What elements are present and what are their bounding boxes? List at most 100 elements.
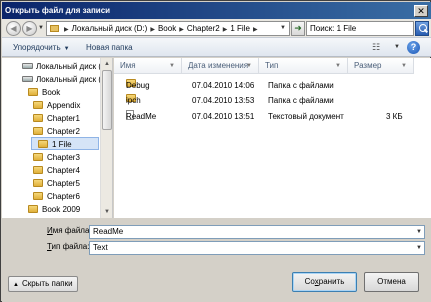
refresh-icon: ➜ [294, 23, 302, 33]
forward-button[interactable]: ▶ [22, 21, 37, 36]
folder-icon [33, 166, 43, 174]
title-bar: Открыть файл для записи ✕ [2, 2, 431, 19]
organize-menu[interactable]: Упорядочить ▼ [13, 42, 70, 55]
tree-item-drive-i[interactable]: Локальный диск (I [22, 73, 103, 86]
filetype-label: Тип файла: [47, 240, 89, 254]
save-button[interactable]: Сохранить [292, 272, 357, 292]
sort-dropdown-icon[interactable]: ▼ [335, 58, 341, 74]
column-header-size[interactable]: Размер ▼ [348, 58, 414, 74]
chevron-down-icon[interactable]: ▼ [414, 242, 424, 254]
sort-dropdown-icon[interactable]: ▼ [246, 58, 252, 74]
folder-icon [50, 25, 59, 32]
breadcrumb-chapter2[interactable]: Chapter2 [187, 24, 220, 33]
column-header-date[interactable]: Дата изменения ▼ [182, 58, 259, 74]
views-dropdown-icon[interactable]: ▼ [394, 44, 400, 50]
navigation-bar: ◀ ▶ ▼ ▶ Локальный диск (D:) ▶ Book ▶ Chapter2… [2, 19, 431, 37]
back-button[interactable]: ◀ [6, 21, 21, 36]
chevron-right-icon[interactable]: ▶ [150, 27, 155, 33]
column-header-name[interactable]: Имя ▼ [114, 58, 182, 74]
tree-item-label: 1 File [52, 140, 72, 149]
tree-item-book[interactable]: Book [28, 86, 60, 99]
tree-item-chapter6[interactable]: Chapter6 [33, 190, 80, 203]
file-date: 07.04.2010 13:51 [192, 112, 255, 121]
tree-item-appendix[interactable]: Appendix [33, 99, 80, 112]
tree-item-1-file[interactable]: 1 File [31, 137, 99, 150]
scroll-thumb[interactable] [102, 70, 112, 130]
tree-item-label: Локальный диск (I [36, 75, 104, 84]
file-name: Debug [126, 81, 150, 90]
command-bar: Упорядочить ▼ Новая папка ☷ ▼ ? [2, 37, 431, 57]
file-row-ipch[interactable]: ipch 07.04.2010 13:53 Папка с файлами [114, 94, 431, 108]
chevron-down-icon[interactable]: ▼ [414, 226, 424, 238]
file-row-readme[interactable]: ReadMe 07.04.2010 13:51 Текстовый докуме… [114, 110, 431, 124]
address-dropdown-icon[interactable]: ▼ [280, 22, 286, 35]
file-date: 07.04.2010 13:53 [192, 96, 255, 105]
folder-icon [33, 192, 43, 200]
folder-icon [33, 153, 43, 161]
scroll-down-icon[interactable]: ▼ [101, 206, 112, 218]
tree-item-label: Book [42, 88, 61, 97]
file-name: ipch [126, 96, 141, 105]
tree-item-label: Appendix [47, 101, 81, 110]
chevron-down-icon: ▼ [63, 46, 70, 52]
views-icon[interactable]: ☷ [372, 42, 380, 53]
chevron-right-icon[interactable]: ▶ [253, 27, 258, 33]
filename-value: ReadMe [93, 227, 124, 236]
cancel-button[interactable]: Отмена [364, 272, 419, 292]
recent-pages-dropdown-icon[interactable]: ▼ [38, 25, 44, 31]
new-folder-button[interactable]: Новая папка [86, 42, 133, 54]
sort-dropdown-icon[interactable]: ▼ [401, 58, 407, 74]
tree-item-book-2009[interactable]: Book 2009 [28, 203, 80, 216]
file-type: Текстовый документ [268, 112, 344, 121]
navigation-tree: Локальный диск (C Локальный диск (I Book… [2, 58, 113, 218]
chevron-up-icon: ▲ [13, 282, 19, 288]
close-button[interactable]: ✕ [414, 5, 428, 17]
column-header-type[interactable]: Тип ▼ [259, 58, 348, 74]
tree-item-label: Локальный диск (C [36, 62, 107, 71]
refresh-button[interactable]: ➜ [291, 21, 305, 36]
tree-item-chapter5[interactable]: Chapter5 [33, 177, 80, 190]
scroll-up-icon[interactable]: ▲ [101, 58, 112, 70]
help-icon[interactable]: ? [407, 41, 420, 54]
filename-label: Имя файла: [47, 224, 92, 238]
tree-item-label: Chapter4 [47, 166, 80, 175]
tree-item-chapter4[interactable]: Chapter4 [33, 164, 80, 177]
file-type: Папка с файлами [268, 81, 334, 90]
filetype-select[interactable]: Text ▼ [89, 241, 425, 255]
file-row-debug[interactable]: Debug 07.04.2010 14:06 Папка с файлами [114, 79, 431, 93]
tree-item-label: Book 2009 [42, 205, 81, 214]
chevron-right-icon[interactable]: ▶ [179, 27, 184, 33]
filetype-label-text: ип файла: [51, 242, 90, 251]
folder-icon [38, 140, 48, 148]
folder-icon [33, 127, 43, 135]
file-size: 3 КБ [386, 112, 403, 121]
save-label-b: ранить [318, 277, 345, 286]
breadcrumb-1-file[interactable]: 1 File [230, 24, 250, 33]
folder-icon [28, 205, 38, 213]
search-icon[interactable] [415, 21, 429, 36]
tree-scrollbar[interactable]: ▲ ▼ [100, 58, 112, 218]
tree-item-label: Chapter3 [47, 153, 80, 162]
window-title: Открыть файл для записи [5, 6, 111, 15]
save-label-a: Со [304, 277, 315, 286]
tree-item-label: Chapter1 [47, 114, 80, 123]
address-bar[interactable]: ▶ Локальный диск (D:) ▶ Book ▶ Chapter2 ▶ 1 Fil… [46, 21, 290, 36]
tree-item-drive-c[interactable]: Локальный диск (C [22, 60, 107, 73]
filename-field[interactable]: ReadMe ▼ [89, 225, 425, 239]
column-label: Имя [120, 61, 136, 70]
breadcrumb-drive[interactable]: Локальный диск (D:) [72, 24, 148, 33]
sort-dropdown-icon[interactable]: ▼ [169, 58, 175, 74]
file-date: 07.04.2010 14:06 [192, 81, 255, 90]
drive-icon [22, 63, 33, 69]
hide-folders-button[interactable]: ▲ Скрыть папки [8, 276, 78, 292]
save-dialog: Открыть файл для записи ✕ ◀ ▶ ▼ ▶ Локальн… [0, 0, 431, 302]
column-label: Тип [265, 61, 279, 70]
file-list: Имя ▼ Дата изменения ▼ Тип ▼ Размер ▼ Debug … [114, 58, 431, 218]
search-input[interactable]: Поиск: 1 File [306, 21, 414, 36]
tree-item-chapter3[interactable]: Chapter3 [33, 151, 80, 164]
dialog-footer: Имя файла: ReadMe ▼ Тип файла: Text ▼ ▲ С… [2, 218, 431, 302]
tree-item-chapter1[interactable]: Chapter1 [33, 112, 80, 125]
chevron-right-icon[interactable]: ▶ [223, 27, 228, 33]
drive-icon [22, 76, 33, 82]
breadcrumb-book[interactable]: Book [158, 24, 176, 33]
